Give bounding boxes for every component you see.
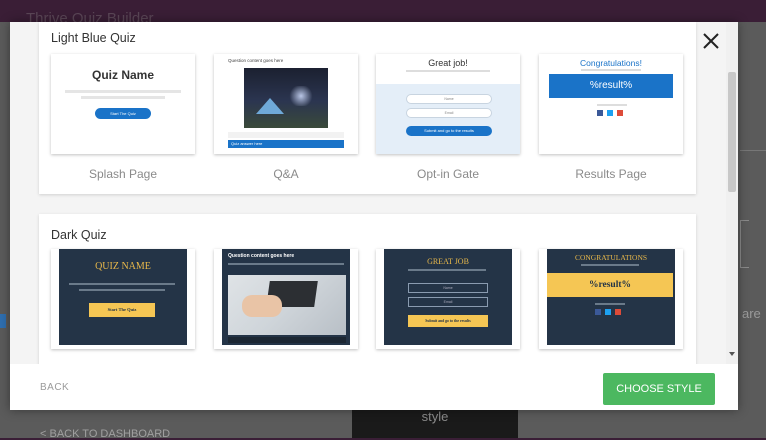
preview-question: Question content goes here: [228, 253, 295, 259]
preview-submit-button: Submit and go to the results: [408, 315, 488, 327]
preview-text-line: [65, 90, 181, 93]
template-card-splash-light[interactable]: Quiz Name Start The Quiz: [51, 54, 195, 154]
template-card-results-light[interactable]: Congratulations! %result%: [539, 54, 683, 154]
preview-text-line: [79, 289, 165, 291]
preview-share-line: [595, 303, 625, 305]
card-label: Q&A: [273, 167, 299, 181]
preview-text-line: [408, 269, 486, 271]
back-to-dashboard-link[interactable]: < BACK TO DASHBOARD: [40, 428, 170, 440]
template-card-results-dark[interactable]: CONGRATULATIONS %result%: [539, 249, 683, 349]
preview-name-field: Name: [406, 94, 492, 104]
preview-result: %result%: [549, 74, 673, 98]
template-card-optin-dark[interactable]: GREAT JOB Name Email Submit and go to th…: [376, 249, 520, 349]
preview-title: CONGRATULATIONS: [574, 253, 648, 262]
choose-style-button[interactable]: CHOOSE STYLE: [603, 373, 715, 405]
preview-image: [244, 68, 328, 128]
scrollbar-thumb[interactable]: [728, 72, 736, 192]
preview-text-line: [69, 283, 175, 285]
preview-image: [228, 275, 346, 335]
background-left-handle[interactable]: [0, 314, 6, 328]
preview-subtitle-line: [581, 69, 641, 71]
back-button[interactable]: BACK: [40, 382, 69, 393]
preview-dark-panel: GREAT JOB Name Email Submit and go to th…: [384, 249, 512, 345]
preview-image-glow: [288, 86, 314, 106]
preview-dark-panel: QUIZ NAME Start The Quiz: [59, 249, 187, 345]
preview-text-line: [228, 263, 344, 265]
google-plus-icon: [615, 309, 621, 315]
card-label: Splash Page: [88, 167, 158, 181]
preview-answer-bar: [228, 337, 346, 343]
preview-title: Congratulations!: [580, 58, 642, 68]
twitter-icon: [607, 110, 613, 116]
card-label: Results Page: [575, 167, 647, 181]
preview-text-line: [581, 264, 639, 266]
choose-style-modal: Light Blue Quiz Quiz Name Start The Quiz…: [10, 22, 738, 410]
preview-submit-button: Submit and go to the results: [406, 126, 492, 136]
template-card-qa-dark[interactable]: Question content goes here: [214, 249, 358, 349]
preview-title: QUIZ NAME: [95, 261, 151, 272]
close-icon[interactable]: [700, 28, 722, 54]
preview-text-line: [81, 96, 165, 99]
close-button[interactable]: [700, 28, 722, 54]
preview-answer-line: [228, 132, 344, 138]
preview-email-field: Email: [406, 108, 492, 118]
modal-scrollbar[interactable]: [726, 22, 738, 364]
template-card-optin-light[interactable]: Great job! Name Email Submit and go to t…: [376, 54, 520, 154]
background-partial-text: are: [742, 306, 761, 321]
background-divider: [740, 150, 766, 151]
modal-body: Light Blue Quiz Quiz Name Start The Quiz…: [10, 22, 738, 364]
preview-answer: Quiz answer here: [228, 140, 344, 148]
style-section-light-blue: Light Blue Quiz Quiz Name Start The Quiz…: [39, 22, 696, 194]
preview-question: Question content goes here: [228, 58, 284, 63]
template-card-splash-dark[interactable]: QUIZ NAME Start The Quiz: [51, 249, 195, 349]
preview-title: GREAT JOB: [427, 257, 469, 266]
scroll-down-icon[interactable]: [729, 352, 735, 356]
template-card-qa-light[interactable]: Question content goes here Quiz answer h…: [214, 54, 358, 154]
modal-footer: BACK CHOOSE STYLE: [10, 364, 738, 410]
preview-title: Quiz Name: [91, 68, 154, 82]
style-section-dark: Dark Quiz QUIZ NAME Start The Quiz Quest…: [39, 214, 696, 364]
preview-email-field: Email: [408, 297, 488, 307]
twitter-icon: [605, 309, 611, 315]
background-style-button[interactable]: style: [352, 408, 518, 438]
background-panel: [740, 220, 749, 268]
section-title: Dark Quiz: [51, 228, 107, 242]
facebook-icon: [597, 110, 603, 116]
hand-image: [242, 295, 282, 317]
google-plus-icon: [617, 110, 623, 116]
preview-share-line: [597, 104, 627, 106]
preview-dark-panel: CONGRATULATIONS %result%: [547, 249, 675, 345]
preview-subtitle-line: [406, 70, 490, 72]
preview-title: Great job!: [428, 58, 468, 68]
facebook-icon: [595, 309, 601, 315]
preview-start-button: Start The Quiz: [89, 303, 155, 317]
tent-icon: [256, 98, 284, 114]
preview-start-button: Start The Quiz: [95, 108, 151, 119]
section-title: Light Blue Quiz: [51, 31, 136, 45]
card-label: Opt-in Gate: [416, 167, 480, 181]
preview-dark-panel: Question content goes here: [222, 249, 350, 345]
preview-result: %result%: [547, 273, 673, 297]
preview-name-field: Name: [408, 283, 488, 293]
